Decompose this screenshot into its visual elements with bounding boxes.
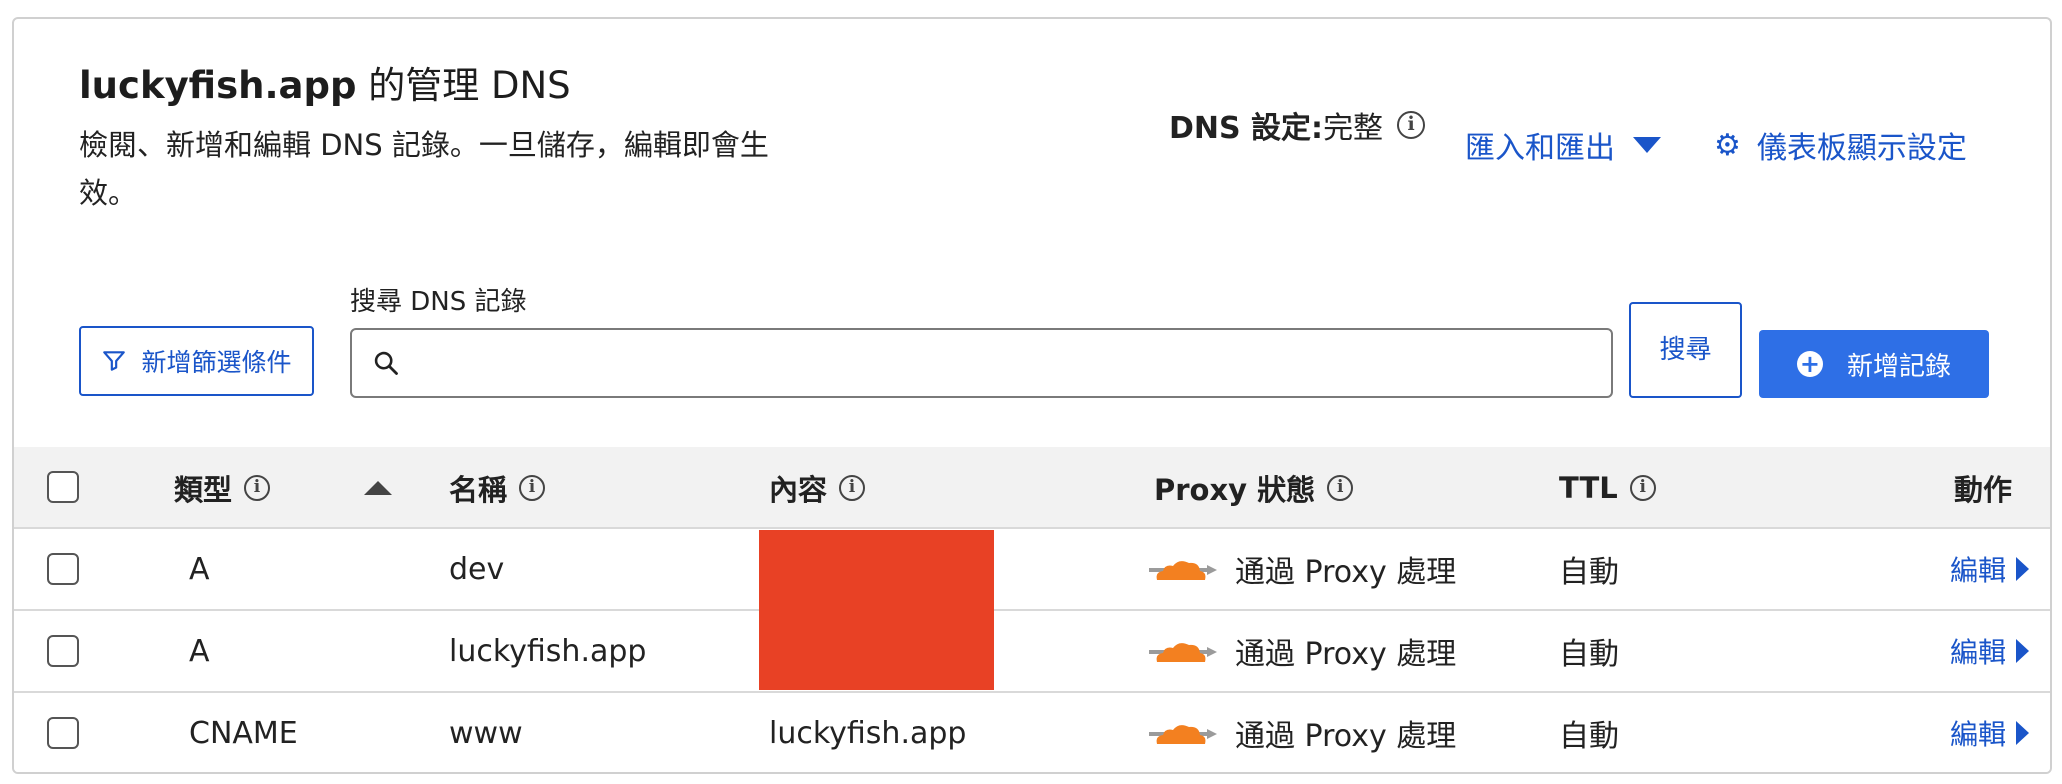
record-type: A [189,633,210,669]
table-row: A luckyfish.app 通過 Proxy 處理 自動 編輯 [14,611,2050,693]
add-filter-button[interactable]: 新增篩選條件 [79,326,314,396]
dashboard-settings-link[interactable]: ⚙ 儀表板顯示設定 [1714,123,1967,167]
info-icon[interactable]: i [1397,111,1426,139]
select-all-checkbox[interactable] [47,471,79,503]
import-export-dropdown[interactable]: 匯入和匯出 [1465,123,1661,167]
search-label: 搜尋 DNS 記錄 [350,287,527,317]
column-proxy-label: Proxy 狀態 [1154,473,1316,507]
info-icon[interactable]: i [1327,475,1354,501]
proxy-status-label: 通過 Proxy 處理 [1235,719,1457,754]
column-header-ttl[interactable]: TTL i [1559,447,1656,529]
add-filter-label: 新增篩選條件 [141,348,292,377]
column-header-type[interactable]: 類型 i [174,447,271,529]
table-header: 類型 i 名稱 i 內容 i Proxy 狀態 i TTL i 動作 [14,447,2050,529]
search-icon [374,351,398,375]
info-icon[interactable]: i [519,475,546,501]
search-box [350,328,1613,398]
caret-right-icon [2016,639,2030,663]
dashboard-settings-label: 儀表板顯示設定 [1756,131,1967,166]
row-checkbox[interactable] [47,553,79,585]
add-record-label: 新增記錄 [1846,351,1951,382]
page-title-rest: 的管理 DNS [356,64,571,107]
cloud-proxy-icon [1149,725,1217,744]
proxy-status-label: 通過 Proxy 處理 [1235,555,1457,590]
add-record-button[interactable]: + 新增記錄 [1759,330,1989,398]
edit-link-label: 編輯 [1950,549,2030,589]
record-type: A [189,551,210,587]
caret-right-icon [2016,557,2030,581]
record-proxy-status: 通過 Proxy 處理 [1147,693,1457,772]
column-type-label: 類型 [174,473,233,507]
cloud-proxy-icon [1149,561,1217,580]
edit-link[interactable]: 編輯 [1950,529,2030,609]
plus-circle-icon: + [1796,351,1823,377]
dns-setting-status: DNS 設定: 完整 i [1169,103,1426,147]
record-name: luckyfish.app [449,633,647,669]
dns-setting-label: DNS 設定: [1169,111,1324,146]
edit-text: 編輯 [1950,636,2007,669]
info-icon[interactable]: i [839,475,866,501]
edit-link-label: 編輯 [1950,631,2030,671]
column-header-content[interactable]: 內容 i [769,447,866,529]
row-checkbox[interactable] [47,635,79,667]
record-name: www [449,715,523,751]
table-row: CNAME www luckyfish.app 通過 Proxy 處理 自動 編… [14,693,2050,772]
record-proxy-status: 通過 Proxy 處理 [1147,611,1456,691]
filter-icon [103,351,126,371]
redacted-content [759,530,994,690]
record-ttl: 自動 [1559,637,1619,672]
edit-text: 編輯 [1950,718,2007,751]
column-actions-label: 動作 [1954,473,2013,507]
info-icon[interactable]: i [244,475,271,501]
search-button[interactable]: 搜尋 [1629,302,1742,398]
sort-up-icon[interactable] [364,481,392,495]
column-header-actions: 動作 [1954,447,2012,529]
dns-records-card: luckyfish.app 的管理 DNS 檢閱、新增和編輯 DNS 記錄。一旦… [12,17,2052,774]
row-checkbox[interactable] [47,717,79,749]
record-content: luckyfish.app [769,715,967,751]
dns-setting-value: 完整 [1323,111,1384,146]
column-content-label: 內容 [769,473,828,507]
column-name-label: 名稱 [449,473,508,507]
record-name: dev [449,551,505,587]
column-ttl-label: TTL [1559,471,1618,505]
gear-icon: ⚙ [1714,127,1741,163]
record-proxy-status: 通過 Proxy 處理 [1147,529,1456,609]
record-ttl: 自動 [1559,555,1619,590]
record-type: CNAME [189,715,298,751]
edit-text: 編輯 [1950,554,2007,587]
edit-link[interactable]: 編輯 [1950,693,2030,772]
caret-right-icon [2016,721,2030,745]
column-header-proxy-status[interactable]: Proxy 狀態 i [1154,447,1354,529]
search-input[interactable] [412,333,1611,393]
page-description: 檢閱、新增和編輯 DNS 記錄。一旦儲存，編輯即會生效。 [79,128,769,210]
import-export-label: 匯入和匯出 [1465,131,1615,166]
info-icon[interactable]: i [1629,475,1656,501]
page-title: luckyfish.app 的管理 DNS [79,55,571,109]
cloud-proxy-icon [1149,643,1217,662]
edit-link[interactable]: 編輯 [1950,611,2030,691]
caret-down-icon [1633,137,1661,153]
page-title-domain: luckyfish.app [79,64,357,107]
record-ttl: 自動 [1559,719,1619,754]
proxy-status-label: 通過 Proxy 處理 [1235,637,1457,672]
edit-link-label: 編輯 [1950,713,2030,753]
column-header-name[interactable]: 名稱 i [449,447,546,529]
table-row: A dev 通過 Proxy 處理 自動 編輯 [14,529,2050,611]
